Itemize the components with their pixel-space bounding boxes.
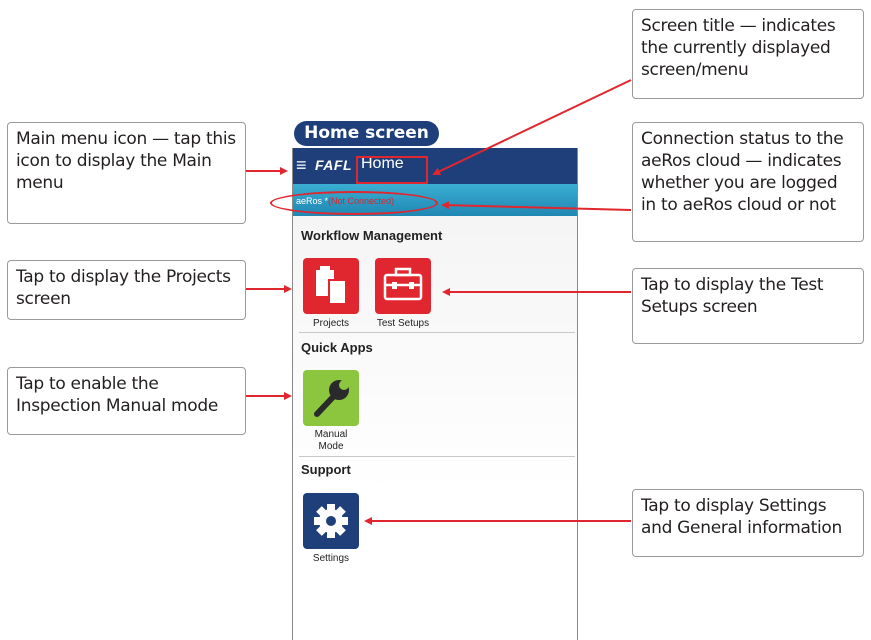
clipboard-icon: [316, 266, 347, 305]
section-quick-apps: Quick Apps: [301, 340, 373, 355]
manual-mode-tile[interactable]: [303, 370, 359, 426]
test-setups-label: Test Setups: [376, 318, 430, 329]
gear-icon: [314, 504, 348, 538]
callout-main-menu: Main menu icon — tap this icon to displa…: [7, 122, 246, 224]
hamburger-menu-icon[interactable]: ≡: [296, 156, 307, 174]
callout-connection: Connection status to the aeRos cloud — i…: [632, 122, 864, 242]
divider: [299, 456, 575, 457]
settings-tile[interactable]: [303, 493, 359, 549]
callout-screen-title: Screen title — indicates the currently d…: [632, 9, 864, 99]
toolbox-icon: [383, 267, 423, 301]
title-highlight-box: [356, 156, 428, 184]
status-highlight-ellipse: [270, 191, 438, 215]
manual-mode-label-line1: Manual: [314, 429, 348, 440]
app-bar: ≡ FAFL Home: [293, 148, 577, 184]
callout-manual: Tap to enable the Inspection Manual mode: [7, 367, 246, 435]
settings-label: Settings: [312, 553, 350, 564]
section-workflow: Workflow Management: [301, 228, 443, 243]
projects-label: Projects: [312, 318, 350, 329]
callout-settings: Tap to display Settings and General info…: [632, 489, 864, 557]
test-setups-tile[interactable]: [375, 258, 431, 314]
callout-projects: Tap to display the Projects screen: [7, 260, 246, 320]
callout-test-setups: Tap to display the Test Setups screen: [632, 268, 864, 344]
projects-tile[interactable]: [303, 258, 359, 314]
afl-logo: FAFL: [315, 157, 352, 173]
phone-screen: ≡ FAFL Home aeRos *(Not Connected) Workf…: [292, 148, 578, 640]
section-support: Support: [301, 462, 351, 477]
manual-mode-label: Manual Mode: [296, 429, 366, 453]
divider: [299, 332, 575, 333]
manual-mode-label-line2: Mode: [318, 441, 344, 452]
wrench-icon: [314, 380, 349, 417]
home-screen-badge: Home screen: [294, 121, 439, 146]
